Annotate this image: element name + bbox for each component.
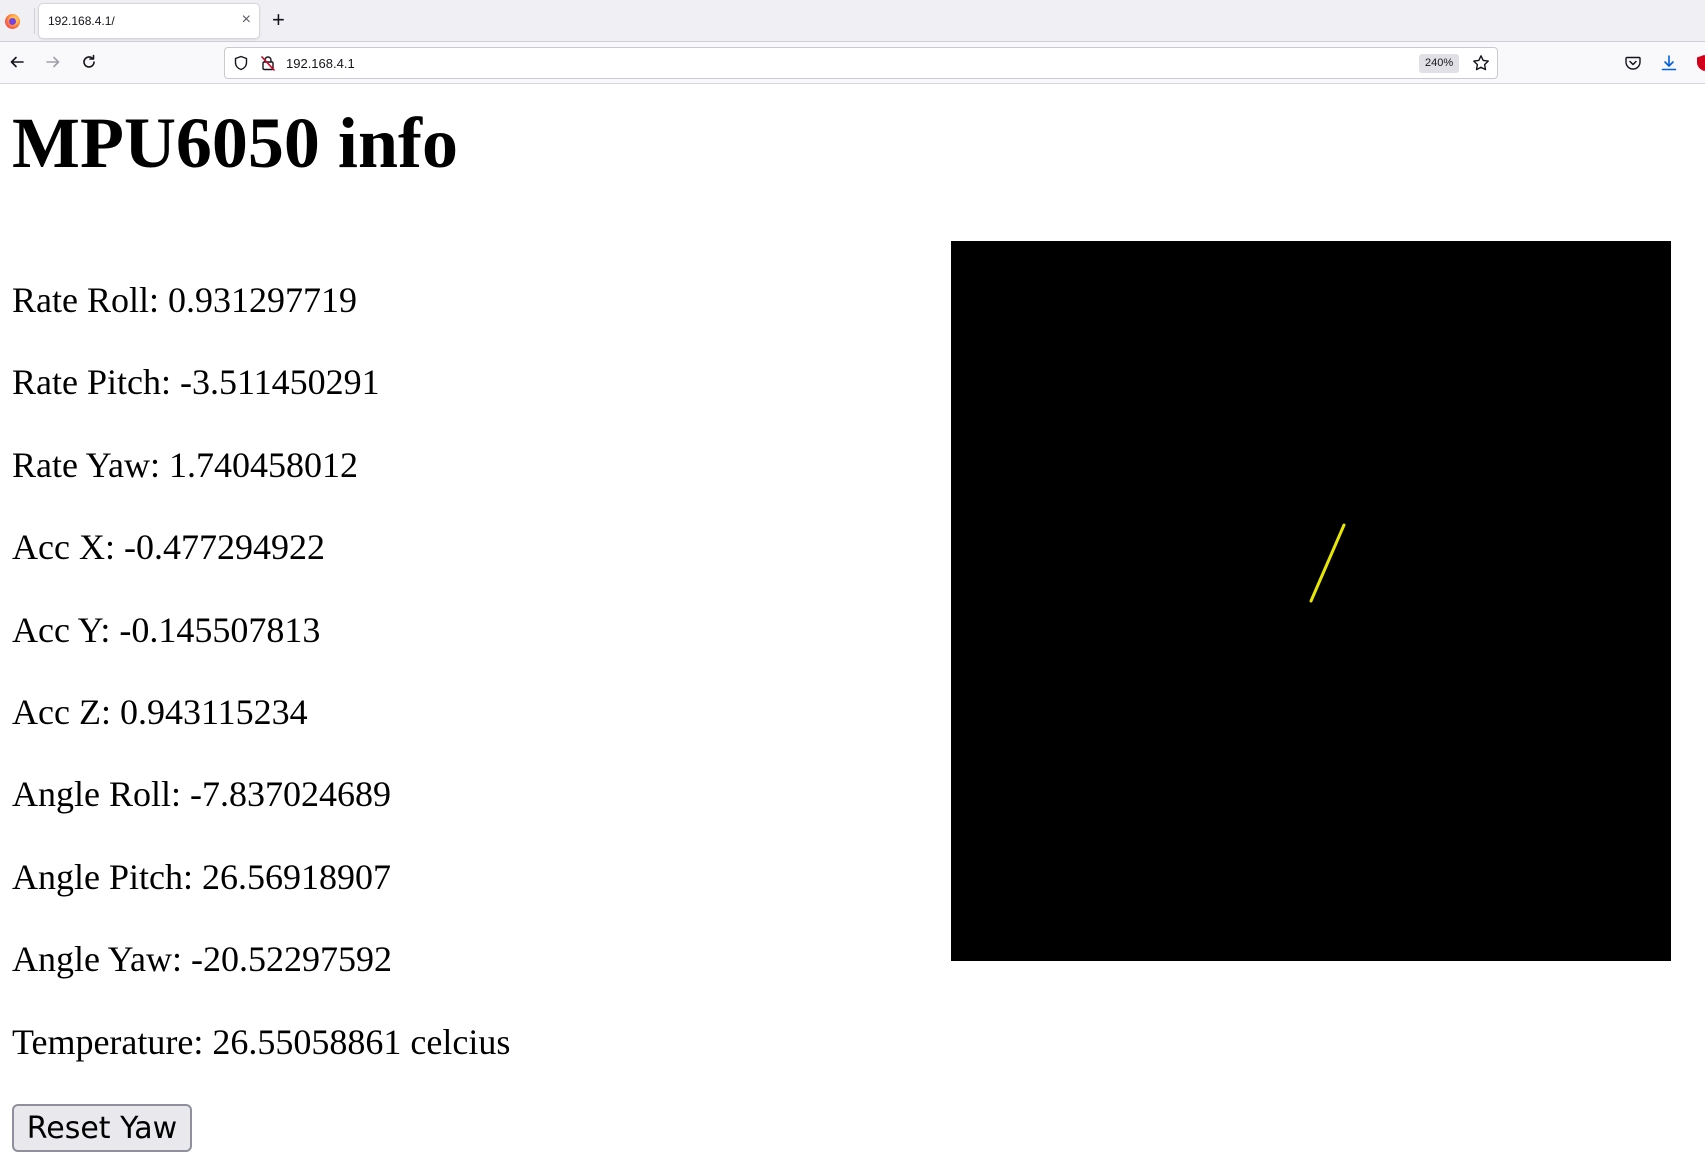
reading-angle-pitch: Angle Pitch: 26.56918907 xyxy=(12,856,391,897)
reading-acc-x: Acc X: -0.477294922 xyxy=(12,527,325,568)
shield-icon[interactable] xyxy=(233,55,249,71)
reading-label: Angle Pitch xyxy=(12,856,183,897)
sensor-readings: Rate Roll: 0.931297719 Rate Pitch: -3.51… xyxy=(12,279,510,1103)
reading-label: Rate Pitch xyxy=(12,362,161,403)
reading-value: -3.511450291 xyxy=(180,362,380,403)
reading-label: Rate Roll xyxy=(12,280,149,320)
reading-value: -0.477294922 xyxy=(123,527,325,568)
ublock-icon[interactable] xyxy=(1695,54,1705,72)
reading-value: 0.943115234 xyxy=(119,691,308,732)
tab-active[interactable]: 192.168.4.1/ × xyxy=(39,4,259,38)
close-icon[interactable]: × xyxy=(242,11,251,29)
page-content: MPU6050 info Rate Roll: 0.931297719 Rate… xyxy=(0,85,1705,1173)
insecure-lock-icon[interactable] xyxy=(260,55,276,71)
url-bar[interactable]: 192.168.4.1 240% xyxy=(224,47,1498,79)
reading-value: 0.931297719 xyxy=(168,280,358,320)
page-title: MPU6050 info xyxy=(12,103,458,183)
reading-temperature: Temperature: 26.55058861 celcius xyxy=(12,1021,511,1062)
forward-arrow-icon[interactable] xyxy=(40,49,66,75)
reading-label: Temperature xyxy=(12,1021,194,1062)
reading-label: Rate Yaw xyxy=(12,444,151,485)
reading-label: Angle Yaw xyxy=(12,939,173,980)
reset-yaw-button[interactable]: Reset Yaw xyxy=(12,1104,192,1152)
reading-acc-y: Acc Y: -0.145507813 xyxy=(12,609,321,650)
download-icon[interactable] xyxy=(1660,54,1678,72)
reading-value: 26.56918907 xyxy=(202,856,391,897)
navigation-toolbar: 192.168.4.1 240% xyxy=(0,42,1705,84)
reading-angle-yaw: Angle Yaw: -20.52297592 xyxy=(12,939,393,980)
url-text[interactable]: 192.168.4.1 xyxy=(286,56,355,71)
pocket-icon[interactable] xyxy=(1624,54,1642,72)
reading-value: -0.145507813 xyxy=(119,609,321,650)
reading-angle-roll: Angle Roll: -7.837024689 xyxy=(12,774,392,815)
zoom-indicator[interactable]: 240% xyxy=(1419,54,1460,73)
reading-label: Acc X xyxy=(12,527,105,568)
orientation-visualization xyxy=(951,241,1671,961)
tab-strip: 192.168.4.1/ × + xyxy=(0,0,1705,42)
reading-rate-pitch: Rate Pitch: -3.511450291 xyxy=(12,362,380,403)
reload-icon[interactable] xyxy=(76,49,102,75)
reading-label: Acc Y xyxy=(12,609,101,650)
reading-label: Angle Roll xyxy=(12,774,171,815)
reading-value: 1.740458012 xyxy=(169,444,359,485)
reading-acc-z: Acc Z: 0.943115234 xyxy=(12,691,308,732)
reading-value: -7.837024689 xyxy=(190,774,392,815)
reading-value: 26.55058861 celcius xyxy=(212,1021,511,1062)
tab-title: 192.168.4.1/ xyxy=(48,14,115,28)
reading-rate-yaw: Rate Yaw: 1.740458012 xyxy=(12,444,359,485)
reading-label: Acc Z xyxy=(12,691,101,732)
back-arrow-icon[interactable] xyxy=(4,49,30,75)
reading-value: -20.52297592 xyxy=(191,939,393,980)
tab-separator xyxy=(34,8,35,34)
orientation-canvas xyxy=(951,241,1671,961)
firefox-icon xyxy=(5,14,20,29)
star-icon[interactable] xyxy=(1472,54,1490,72)
reading-rate-roll: Rate Roll: 0.931297719 xyxy=(12,280,358,320)
plus-icon[interactable]: + xyxy=(272,7,285,33)
